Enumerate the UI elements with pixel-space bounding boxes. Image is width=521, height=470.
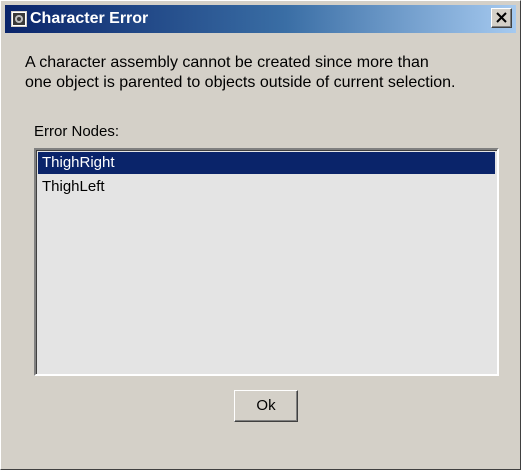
ok-button[interactable]: Ok (234, 390, 298, 422)
list-item-selected[interactable]: ThighRight (38, 152, 495, 174)
error-message-line: A character assembly cannot be created s… (25, 54, 429, 71)
title-bar[interactable]: Character Error (5, 5, 516, 33)
list-item[interactable]: ThighLeft (38, 176, 495, 198)
error-message: A character assembly cannot be created s… (25, 53, 515, 93)
app-icon (11, 11, 27, 27)
character-error-dialog: Character Error A character assembly can… (0, 0, 521, 470)
error-nodes-list[interactable]: ThighRight ThighLeft (34, 148, 499, 376)
window-title: Character Error (30, 10, 149, 27)
close-icon (496, 12, 507, 23)
error-nodes-label: Error Nodes: (34, 123, 120, 140)
error-message-line: one object is parented to objects outsid… (25, 74, 456, 91)
close-button[interactable] (491, 8, 512, 28)
